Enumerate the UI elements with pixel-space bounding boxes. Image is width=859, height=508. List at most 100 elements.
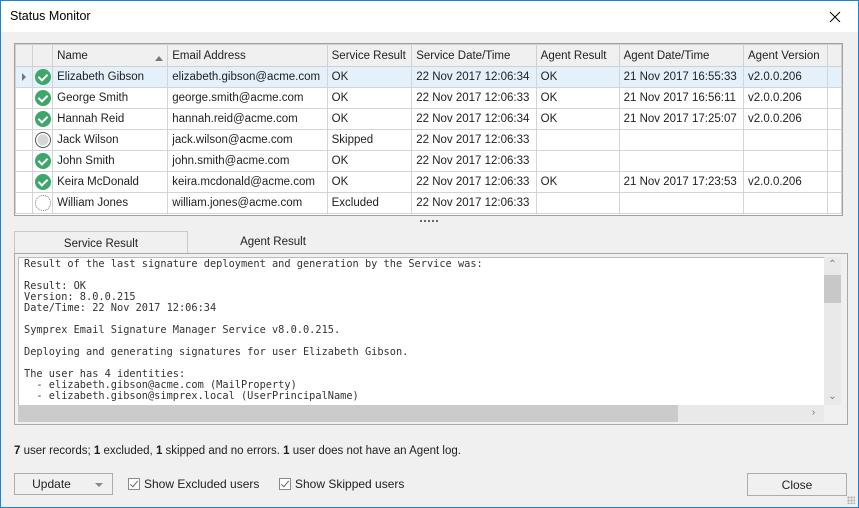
column-header-agent-version[interactable]: Agent Version [743, 44, 829, 67]
cell-service-datetime[interactable]: 22 Nov 2017 12:06:33 [411, 129, 537, 151]
cell-service-result[interactable]: OK [326, 87, 413, 109]
status-cell [31, 66, 54, 88]
tab-service-result[interactable]: Service Result [14, 231, 188, 255]
close-button[interactable]: Close [747, 473, 847, 496]
resize-grip-icon[interactable] [847, 496, 855, 504]
scroll-right-icon[interactable]: › [805, 407, 822, 418]
cell-name[interactable]: Jack Wilson [52, 129, 169, 151]
cell-agent-datetime[interactable]: 21 Nov 2017 17:25:07 [618, 108, 745, 130]
cell-service-datetime[interactable]: 22 Nov 2017 12:06:34 [411, 108, 537, 130]
filler-cell [827, 108, 842, 130]
table-row[interactable]: Jack Wilson jack.wilson@acme.com Skipped 22… [15, 129, 842, 151]
cell-agent-result[interactable] [535, 129, 620, 151]
horizontal-scrollbar[interactable]: › [18, 405, 824, 422]
cell-name[interactable]: John Smith [52, 150, 169, 172]
cell-service-result[interactable]: Excluded [326, 192, 413, 214]
column-header-service-datetime[interactable]: Service Date/Time [411, 44, 537, 67]
column-header-service-result[interactable]: Service Result [326, 44, 413, 67]
cell-service-datetime[interactable]: 22 Nov 2017 12:06:33 [411, 171, 537, 193]
cell-agent-version[interactable]: v2.0.0.206 [743, 87, 829, 109]
status-cell [31, 87, 54, 109]
cell-agent-datetime[interactable]: 21 Nov 2017 16:55:33 [618, 66, 745, 88]
column-header-name[interactable]: Name [52, 44, 169, 67]
cell-name[interactable]: Elizabeth Gibson [52, 66, 169, 88]
cell-service-result[interactable]: OK [326, 150, 413, 172]
column-header-agent-datetime[interactable]: Agent Date/Time [618, 44, 745, 67]
horizontal-scroll-thumb[interactable] [18, 405, 678, 422]
show-skipped-checkbox[interactable]: Show Skipped users [279, 477, 404, 491]
status-cell [31, 171, 54, 193]
cell-agent-version[interactable]: v2.0.0.206 [743, 108, 829, 130]
cell-agent-datetime[interactable]: 21 Nov 2017 17:23:53 [618, 171, 745, 193]
scroll-up-icon[interactable]: ⌃ [824, 259, 841, 270]
status-ok-check-icon [34, 69, 51, 85]
panel-splitter-handle[interactable] [420, 220, 438, 222]
update-button[interactable]: Update [14, 473, 113, 495]
row-indicator-cell [15, 150, 33, 172]
log-textbox[interactable]: Result of the last signature deployment … [18, 257, 827, 406]
cell-name[interactable]: William Jones [52, 192, 169, 214]
checkbox-checked-icon[interactable] [279, 478, 291, 490]
header-filler-cell [827, 44, 842, 67]
cell-service-datetime[interactable]: 22 Nov 2017 12:06:34 [411, 66, 537, 88]
cell-service-result[interactable]: OK [326, 171, 413, 193]
status-ok-check-icon [34, 111, 51, 127]
checkbox-checked-icon[interactable] [128, 478, 140, 490]
vertical-scroll-thumb[interactable] [824, 275, 841, 303]
cell-agent-result[interactable] [535, 150, 620, 172]
scrollbar-corner [824, 405, 841, 422]
cell-name[interactable]: Keira McDonald [52, 171, 169, 193]
table-row[interactable]: John Smith john.smith@acme.com OK 22 Nov 20… [15, 150, 842, 172]
status-ok-check-icon [34, 90, 51, 106]
cell-agent-version[interactable] [743, 129, 829, 151]
cell-service-result[interactable]: OK [326, 108, 413, 130]
cell-agent-version[interactable] [743, 150, 829, 172]
table-row[interactable]: Keira McDonald keira.mcdonald@acme.com OK 2… [15, 171, 842, 193]
cell-service-result[interactable]: Skipped [326, 129, 413, 151]
window-title: Status Monitor [10, 9, 91, 23]
cell-agent-result[interactable]: OK [535, 171, 620, 193]
cell-agent-datetime[interactable] [618, 150, 745, 172]
cell-service-result[interactable]: OK [326, 66, 413, 88]
cell-email[interactable]: elizabeth.gibson@acme.com [167, 66, 328, 88]
cell-agent-version[interactable] [743, 192, 829, 214]
status-ok-check-icon [34, 153, 51, 169]
cell-service-datetime[interactable]: 22 Nov 2017 12:06:33 [411, 87, 537, 109]
cell-agent-result[interactable] [535, 192, 620, 214]
cell-agent-datetime[interactable] [618, 192, 745, 214]
column-header-email[interactable]: Email Address [167, 44, 328, 67]
users-grid[interactable]: Name Email Address Service Result Servic… [14, 43, 843, 216]
cell-service-datetime[interactable]: 22 Nov 2017 12:06:33 [411, 192, 537, 214]
table-row[interactable]: William Jones william.jones@acme.com Exclu… [15, 192, 842, 214]
cell-name[interactable]: Hannah Reid [52, 108, 169, 130]
table-row[interactable]: George Smith george.smith@acme.com OK 22 No… [15, 87, 842, 109]
cell-agent-version[interactable]: v2.0.0.206 [743, 171, 829, 193]
cell-email[interactable]: william.jones@acme.com [167, 192, 328, 214]
cell-agent-datetime[interactable]: 21 Nov 2017 16:56:11 [618, 87, 745, 109]
cell-email[interactable]: keira.mcdonald@acme.com [167, 171, 328, 193]
cell-email[interactable]: george.smith@acme.com [167, 87, 328, 109]
cell-email[interactable]: john.smith@acme.com [167, 150, 328, 172]
cell-agent-result[interactable]: OK [535, 87, 620, 109]
service-result-pane: Result of the last signature deployment … [14, 253, 848, 425]
tab-agent-result[interactable]: Agent Result [187, 231, 359, 253]
window-close-button[interactable] [812, 1, 858, 32]
cell-name[interactable]: George Smith [52, 87, 169, 109]
cell-service-datetime[interactable]: 22 Nov 2017 12:06:33 [411, 150, 537, 172]
table-row[interactable]: Elizabeth Gibson elizabeth.gibson@acme.co… [15, 66, 842, 88]
show-excluded-checkbox[interactable]: Show Excluded users [128, 477, 259, 491]
column-header-agent-result[interactable]: Agent Result [535, 44, 620, 67]
cell-agent-version[interactable]: v2.0.0.206 [743, 66, 829, 88]
status-cell [31, 108, 54, 130]
scroll-down-icon[interactable]: ⌄ [824, 391, 841, 402]
table-row[interactable]: Hannah Reid hannah.reid@acme.com OK 22 Nov … [15, 108, 842, 130]
cell-agent-result[interactable]: OK [535, 66, 620, 88]
vertical-scrollbar[interactable]: ⌃ ⌄ [824, 257, 841, 405]
dropdown-arrow-icon[interactable] [95, 483, 103, 487]
cell-email[interactable]: hannah.reid@acme.com [167, 108, 328, 130]
grid-header-row: Name Email Address Service Result Servic… [15, 44, 842, 67]
cell-email[interactable]: jack.wilson@acme.com [167, 129, 328, 151]
cell-agent-datetime[interactable] [618, 129, 745, 151]
cell-agent-result[interactable]: OK [535, 108, 620, 130]
filler-cell [827, 87, 842, 109]
